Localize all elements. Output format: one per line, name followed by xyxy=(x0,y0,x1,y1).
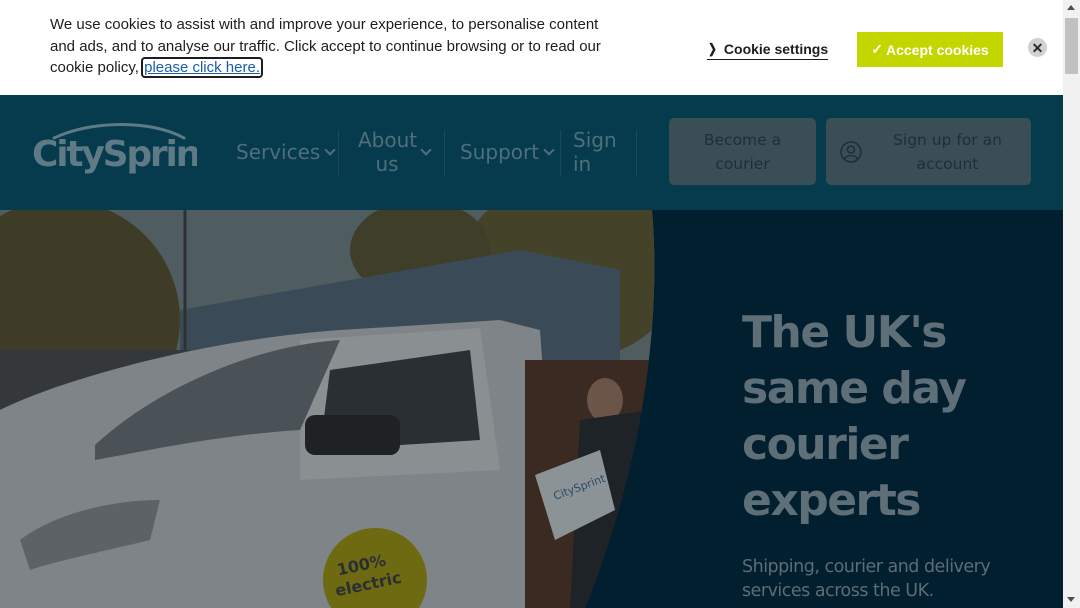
nav-divider xyxy=(560,130,561,176)
citysprint-logo[interactable]: CitySprint xyxy=(32,122,197,177)
scroll-thumb[interactable] xyxy=(1065,18,1078,74)
cookie-settings-label: Cookie settings xyxy=(723,41,829,57)
nav-support[interactable]: Support xyxy=(460,140,555,164)
cookie-banner: We use cookies to assist with and improv… xyxy=(0,0,1063,95)
scroll-down-icon[interactable] xyxy=(1067,597,1075,602)
cookie-message-text: We use cookies to assist with and improv… xyxy=(50,16,601,76)
nav-about-us[interactable]: About us xyxy=(358,128,440,176)
close-icon: ✕ xyxy=(1031,39,1044,56)
cookie-policy-link[interactable]: please click here. xyxy=(141,57,264,78)
cookie-message: We use cookies to assist with and improv… xyxy=(50,14,610,79)
nav-divider xyxy=(338,130,339,176)
scroll-up-icon[interactable] xyxy=(1067,5,1075,10)
scrollbar[interactable] xyxy=(1063,0,1080,608)
cookie-settings-button[interactable]: ❯ Cookie settings xyxy=(707,40,829,60)
hero-photo: CitySprint 100% electric xyxy=(0,210,655,608)
become-courier-button[interactable]: Become a courier xyxy=(669,118,816,185)
nav-sign-in-label: Sign in xyxy=(573,128,617,176)
nav-support-label: Support xyxy=(460,140,540,164)
signup-account-label: Sign up for an account xyxy=(893,130,1002,173)
nav-services[interactable]: Services xyxy=(236,140,337,164)
hero-title: The UK's same day courier experts xyxy=(742,307,967,526)
chevron-right-icon: ❯ xyxy=(708,41,717,56)
nav-about-label: About us xyxy=(358,128,418,176)
chevron-down-icon xyxy=(324,144,337,156)
accept-cookies-label: Accept cookies xyxy=(886,41,989,58)
nav-divider xyxy=(444,130,445,176)
logo-text: CitySprint xyxy=(32,134,197,175)
nav-services-label: Services xyxy=(236,140,321,164)
nav-divider xyxy=(636,130,637,176)
chevron-down-icon xyxy=(543,144,555,156)
hero-subtitle: Shipping, courier and delivery services … xyxy=(742,557,991,601)
close-cookie-banner-button[interactable]: ✕ xyxy=(1028,38,1047,57)
check-icon: ✓ xyxy=(871,41,883,57)
chevron-down-icon xyxy=(420,144,432,156)
user-circle-icon xyxy=(840,141,862,163)
nav-sign-in[interactable]: Sign in xyxy=(573,128,617,176)
become-courier-label: Become a courier xyxy=(703,130,782,173)
accept-cookies-button[interactable]: ✓ Accept cookies xyxy=(857,32,1003,67)
